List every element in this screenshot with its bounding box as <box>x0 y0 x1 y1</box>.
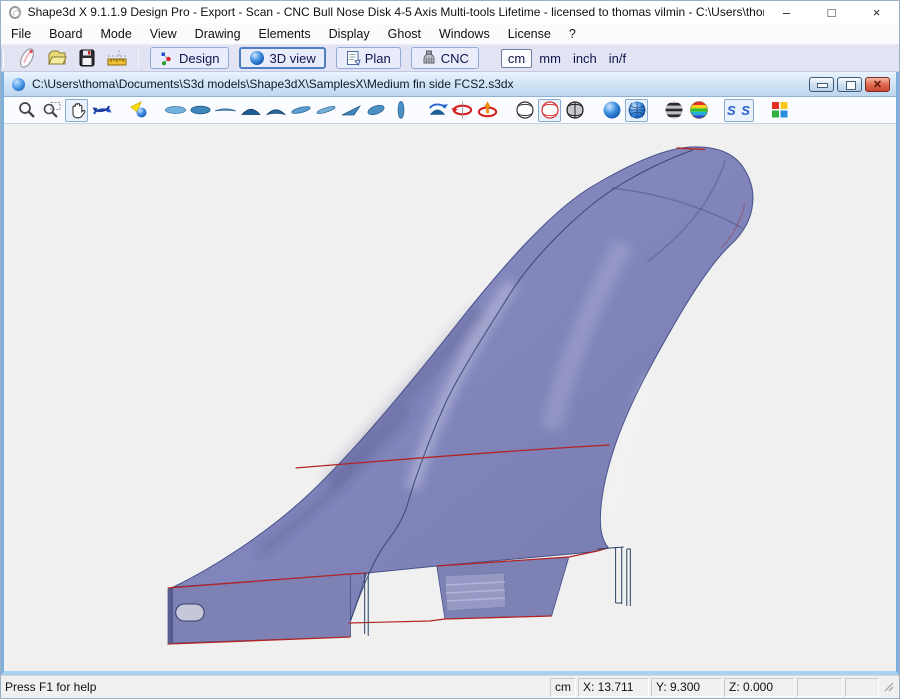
unit-cm[interactable]: cm <box>501 49 532 68</box>
document-restore-button[interactable] <box>837 77 862 92</box>
view-front-icon[interactable] <box>239 99 262 122</box>
sphere-3d-icon <box>249 50 265 66</box>
status-empty-cell <box>845 678 879 697</box>
view3d-mode-button[interactable]: 3D view <box>239 47 325 69</box>
unit-mm[interactable]: mm <box>534 50 566 67</box>
orbit-rotate-icon[interactable] <box>90 99 113 122</box>
view-side-icon[interactable] <box>214 99 237 122</box>
plan-mode-button[interactable]: Plan <box>336 47 401 69</box>
plan-document-icon <box>346 50 361 66</box>
unit-selector: cm mm inch in/f <box>500 49 632 68</box>
striped-sphere-icon[interactable] <box>662 99 685 122</box>
view-persp1-icon[interactable] <box>289 99 312 122</box>
left-base-tab-side <box>168 587 173 645</box>
view-persp3-icon[interactable] <box>339 99 362 122</box>
symmetry-icon[interactable]: S S <box>724 99 754 122</box>
menu-display[interactable]: Display <box>320 25 379 43</box>
menu-mode[interactable]: Mode <box>92 25 141 43</box>
fin-3d-render <box>4 124 896 671</box>
rotate-vertical-icon[interactable] <box>476 99 499 122</box>
design-button-label: Design <box>179 51 219 66</box>
menu-license[interactable]: License <box>499 25 560 43</box>
zoom-region-icon[interactable] <box>40 99 63 122</box>
close-button[interactable]: × <box>854 1 899 23</box>
unit-inch[interactable]: inch <box>568 50 602 67</box>
color-palette-icon[interactable] <box>768 99 791 122</box>
menu-ghost[interactable]: Ghost <box>379 25 430 43</box>
view3d-button-label: 3D view <box>269 51 315 66</box>
pan-hand-icon[interactable] <box>65 99 88 122</box>
menu-drawing[interactable]: Drawing <box>186 25 250 43</box>
status-z-coordinate: Z: 0.000 <box>724 678 795 697</box>
wireframe-red-sphere-icon[interactable] <box>538 99 561 122</box>
window-title: Shape3d X 9.1.1.9 Design Pro - Export - … <box>28 5 764 19</box>
wireframe-rear-tabs <box>597 547 631 606</box>
view-toolbar: S S <box>4 97 896 124</box>
view-end-icon[interactable] <box>389 99 412 122</box>
new-board-icon[interactable] <box>14 47 40 69</box>
resize-grip[interactable] <box>881 679 897 695</box>
menu-view[interactable]: View <box>141 25 186 43</box>
symmetry-label: S S <box>727 103 751 118</box>
save-icon[interactable] <box>74 47 100 69</box>
menu-file[interactable]: File <box>2 25 40 43</box>
menu-elements[interactable]: Elements <box>250 25 320 43</box>
view-top-icon[interactable] <box>164 99 187 122</box>
wireframe-sphere-icon[interactable] <box>513 99 536 122</box>
maximize-button[interactable]: □ <box>809 1 854 23</box>
zoom-icon[interactable] <box>15 99 38 122</box>
design-nodes-icon <box>160 51 175 66</box>
menu-help[interactable]: ? <box>560 25 585 43</box>
close-x-icon: ✕ <box>866 78 889 91</box>
view-persp4-icon[interactable] <box>364 99 387 122</box>
document-title-path: C:\Users\thoma\Documents\S3d models\Shap… <box>32 77 514 91</box>
gap-red-bottom <box>348 619 445 623</box>
status-empty-cell <box>797 678 843 697</box>
design-mode-button[interactable]: Design <box>150 47 229 69</box>
rotate-horizontal-icon[interactable] <box>451 99 474 122</box>
status-help-text: Press F1 for help <box>1 680 96 694</box>
status-y-coordinate: Y: 9.300 <box>651 678 722 697</box>
minimize-button[interactable]: – <box>764 1 809 23</box>
document-minimize-button[interactable] <box>809 77 834 92</box>
mesh-sphere-icon[interactable] <box>625 99 648 122</box>
document-sphere-icon <box>12 78 25 91</box>
plan-button-label: Plan <box>365 51 391 66</box>
rainbow-sphere-icon[interactable] <box>687 99 710 122</box>
document-close-button[interactable]: ✕ <box>865 77 890 92</box>
menu-windows[interactable]: Windows <box>430 25 499 43</box>
toolbar-separator <box>138 48 139 68</box>
status-unit: cm <box>550 678 576 697</box>
view-back-icon[interactable] <box>264 99 287 122</box>
render-light-icon[interactable] <box>127 99 150 122</box>
app-logo-icon <box>9 6 21 19</box>
view-persp2-icon[interactable] <box>314 99 337 122</box>
menu-bar: File Board Mode View Drawing Elements Di… <box>1 23 899 45</box>
unit-inf[interactable]: in/f <box>604 50 631 67</box>
measure-ruler-icon[interactable] <box>104 47 130 69</box>
spin-model-icon[interactable] <box>426 99 449 122</box>
cnc-mode-button[interactable]: CNC <box>411 47 479 69</box>
window-titlebar: Shape3d X 9.1.1.9 Design Pro - Export - … <box>1 1 899 23</box>
toolbar-grip <box>1 49 4 67</box>
view-bottom-icon[interactable] <box>189 99 212 122</box>
status-x-coordinate: X: 13.711 <box>578 678 649 697</box>
document-window: C:\Users\thoma\Documents\S3d models\Shap… <box>1 72 899 675</box>
tab-slot-hole <box>176 604 204 621</box>
status-bar: Press F1 for help cm X: 13.711 Y: 9.300 … <box>1 675 899 698</box>
wireframe-dark-sphere-icon[interactable] <box>563 99 586 122</box>
viewport-3d[interactable] <box>4 124 896 671</box>
shape3d-application: Shape3d X 9.1.1.9 Design Pro - Export - … <box>0 0 900 699</box>
document-titlebar: C:\Users\thoma\Documents\S3d models\Shap… <box>4 72 896 97</box>
cnc-button-label: CNC <box>441 51 469 66</box>
cnc-tool-icon <box>421 50 437 66</box>
main-toolbar: Design 3D view Plan CNC cm mm inch in/f <box>1 45 899 72</box>
menu-board[interactable]: Board <box>40 25 91 43</box>
open-folder-icon[interactable] <box>44 47 70 69</box>
solid-sphere-icon[interactable] <box>600 99 623 122</box>
